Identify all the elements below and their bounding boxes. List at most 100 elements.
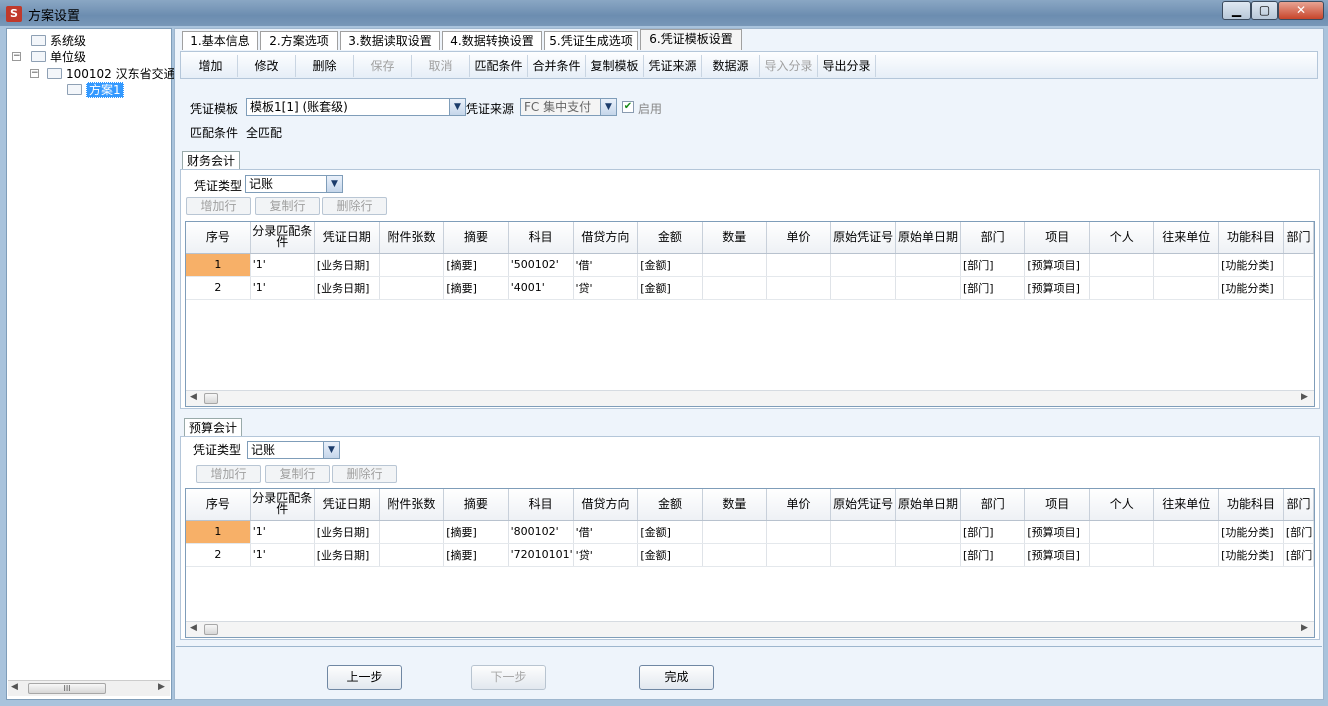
- scroll-thumb[interactable]: [204, 624, 218, 635]
- tree-node-unit[interactable]: 100102 汉东省交通: [47, 67, 176, 81]
- column-header[interactable]: 分录匹配条件: [250, 489, 315, 521]
- table-cell[interactable]: [766, 520, 832, 544]
- column-header[interactable]: 单价: [766, 489, 832, 521]
- table-cell[interactable]: 2: [186, 276, 251, 300]
- budget-copy-row-button[interactable]: 复制行: [265, 465, 330, 483]
- tab-basic-info[interactable]: 1.基本信息: [182, 31, 258, 50]
- table-cell[interactable]: [895, 253, 961, 277]
- close-button[interactable]: ✕: [1278, 1, 1324, 20]
- financial-voucher-type-select[interactable]: 记账 ▼: [245, 175, 343, 193]
- tab-financial-accounting[interactable]: 财务会计: [182, 151, 241, 170]
- table-cell[interactable]: [部门: [1283, 520, 1314, 544]
- table-cell[interactable]: [379, 543, 445, 567]
- column-header[interactable]: 金额: [637, 489, 703, 521]
- table-cell[interactable]: [830, 520, 897, 544]
- table-cell[interactable]: '1': [250, 276, 315, 300]
- finish-button[interactable]: 完成: [639, 665, 714, 690]
- maximize-button[interactable]: ▢: [1251, 1, 1278, 20]
- column-header[interactable]: 项目: [1024, 489, 1091, 521]
- copy-template-button[interactable]: 复制模板: [586, 55, 644, 77]
- column-header[interactable]: 数量: [702, 489, 767, 521]
- data-source-button[interactable]: 数据源: [702, 55, 760, 77]
- table-cell[interactable]: [业务日期]: [314, 253, 380, 277]
- column-header[interactable]: 金额: [637, 222, 703, 254]
- table-cell[interactable]: 1: [186, 253, 251, 277]
- table-cell[interactable]: [部门: [1283, 543, 1314, 567]
- scroll-right-icon[interactable]: ▶: [1301, 392, 1308, 402]
- budget-grid-scrollbar[interactable]: ◀ ▶: [186, 621, 1314, 637]
- column-header[interactable]: 科目: [508, 489, 574, 521]
- column-header[interactable]: 部门: [960, 222, 1026, 254]
- column-header[interactable]: 分录匹配条件: [250, 222, 315, 254]
- column-header[interactable]: 原始凭证号: [830, 222, 897, 254]
- column-header[interactable]: 个人: [1089, 489, 1155, 521]
- table-cell[interactable]: [379, 520, 445, 544]
- export-entries-button[interactable]: 导出分录: [818, 55, 876, 77]
- column-header[interactable]: 功能科目: [1218, 222, 1284, 254]
- table-cell[interactable]: '借': [573, 253, 639, 277]
- tree-collapse-icon[interactable]: −: [12, 52, 21, 61]
- table-cell[interactable]: [金额]: [637, 253, 703, 277]
- table-cell[interactable]: '1': [250, 543, 315, 567]
- dropdown-icon[interactable]: ▼: [600, 99, 616, 115]
- table-cell[interactable]: '800102': [508, 520, 574, 544]
- tab-scheme-options[interactable]: 2.方案选项: [260, 31, 338, 50]
- column-header[interactable]: 序号: [186, 489, 251, 521]
- budget-voucher-type-select[interactable]: 记账 ▼: [247, 441, 340, 459]
- table-cell[interactable]: [1089, 520, 1155, 544]
- column-header[interactable]: 往来单位: [1153, 489, 1220, 521]
- match-condition-button[interactable]: 匹配条件: [470, 55, 528, 77]
- dropdown-icon[interactable]: ▼: [449, 99, 465, 115]
- table-cell[interactable]: [部门]: [960, 543, 1026, 567]
- table-cell[interactable]: [预算项目]: [1024, 276, 1091, 300]
- table-cell[interactable]: [702, 253, 767, 277]
- table-cell[interactable]: '4001': [508, 276, 574, 300]
- column-header[interactable]: 部门: [960, 489, 1026, 521]
- table-cell[interactable]: [摘要]: [443, 253, 509, 277]
- dropdown-icon[interactable]: ▼: [323, 442, 339, 458]
- table-cell[interactable]: [1153, 253, 1220, 277]
- tab-voucher-template[interactable]: 6.凭证模板设置: [640, 29, 742, 50]
- import-entries-button[interactable]: 导入分录: [760, 55, 818, 77]
- add-button[interactable]: 增加: [184, 55, 238, 77]
- edit-button[interactable]: 修改: [238, 55, 296, 77]
- enabled-checkbox[interactable]: ✔: [622, 101, 634, 113]
- column-header[interactable]: 个人: [1089, 222, 1155, 254]
- table-cell[interactable]: '借': [573, 520, 639, 544]
- minimize-button[interactable]: ▁: [1222, 1, 1251, 20]
- table-cell[interactable]: 1: [186, 520, 251, 544]
- previous-step-button[interactable]: 上一步: [327, 665, 402, 690]
- table-cell[interactable]: [766, 276, 832, 300]
- tab-data-read[interactable]: 3.数据读取设置: [340, 31, 440, 50]
- tree-node-system-level[interactable]: 系统级: [31, 34, 86, 48]
- table-cell[interactable]: [1283, 276, 1314, 300]
- budget-delete-row-button[interactable]: 删除行: [332, 465, 397, 483]
- table-cell[interactable]: [1089, 276, 1155, 300]
- scroll-left-icon[interactable]: ◀: [190, 392, 197, 402]
- tree-scrollbar[interactable]: ◀ III ▶: [8, 680, 170, 696]
- table-cell[interactable]: [830, 543, 897, 567]
- delete-button[interactable]: 删除: [296, 55, 354, 77]
- column-header[interactable]: 项目: [1024, 222, 1091, 254]
- dropdown-icon[interactable]: ▼: [326, 176, 342, 192]
- financial-grid-scrollbar[interactable]: ◀ ▶: [186, 390, 1314, 406]
- table-cell[interactable]: '1': [250, 253, 315, 277]
- column-header[interactable]: 借贷方向: [573, 489, 639, 521]
- table-cell[interactable]: [702, 543, 767, 567]
- table-cell[interactable]: '1': [250, 520, 315, 544]
- column-header[interactable]: 原始单日期: [895, 222, 961, 254]
- column-header[interactable]: 摘要: [443, 489, 509, 521]
- save-button[interactable]: 保存: [354, 55, 412, 77]
- table-cell[interactable]: [1153, 520, 1220, 544]
- column-header[interactable]: 原始单日期: [895, 489, 962, 521]
- scroll-right-icon[interactable]: ▶: [1301, 623, 1308, 633]
- table-cell[interactable]: [1153, 543, 1220, 567]
- table-cell[interactable]: [功能分类]: [1218, 543, 1284, 567]
- table-cell[interactable]: [功能分类]: [1218, 276, 1284, 300]
- table-cell[interactable]: [766, 543, 832, 567]
- column-header[interactable]: 部门: [1283, 489, 1314, 521]
- column-header[interactable]: 数量: [702, 222, 767, 254]
- column-header[interactable]: 凭证日期: [314, 489, 380, 521]
- table-cell[interactable]: '500102': [508, 253, 574, 277]
- merge-condition-button[interactable]: 合并条件: [528, 55, 586, 77]
